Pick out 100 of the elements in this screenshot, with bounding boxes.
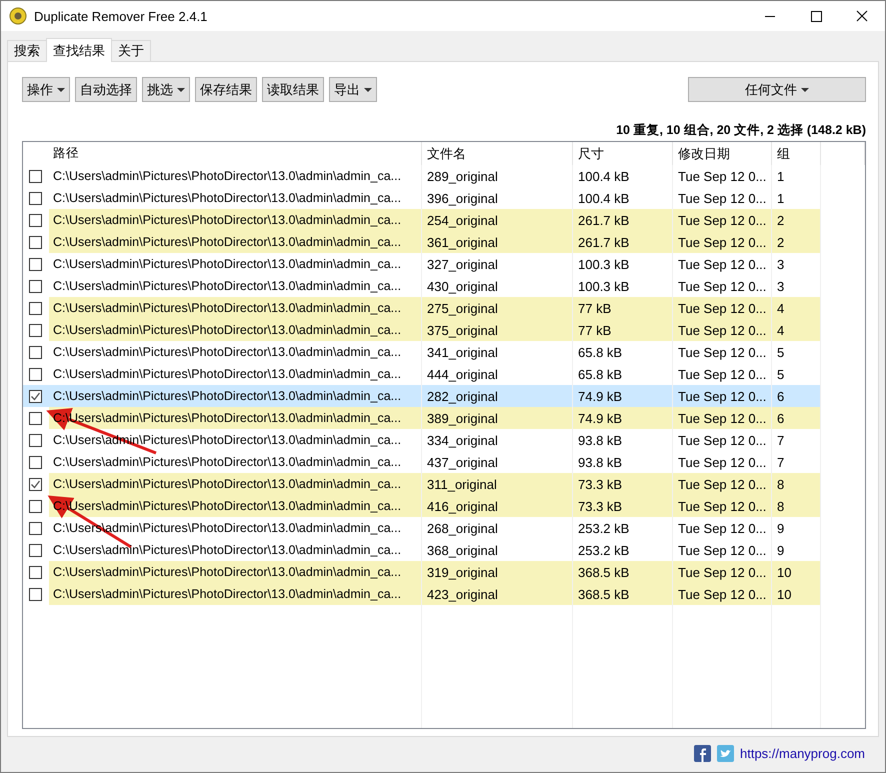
table-cell: Tue Sep 12 0... [673, 517, 772, 539]
table-cell: Tue Sep 12 0... [673, 495, 772, 517]
table-cell: 100.4 kB [573, 165, 673, 187]
table-cell: Tue Sep 12 0... [673, 473, 772, 495]
table-cell: 74.9 kB [573, 385, 673, 407]
checkbox[interactable] [29, 368, 42, 380]
table-cell: 6 [772, 407, 821, 429]
table-cell: 368.5 kB [573, 583, 673, 605]
table-cell: 77 kB [573, 297, 673, 319]
table-cell: 4 [772, 297, 821, 319]
tab[interactable]: 搜索 [7, 40, 47, 61]
toolbar-button[interactable]: 自动选择 [75, 77, 137, 102]
table-cell: Tue Sep 12 0... [673, 253, 772, 275]
toolbar-button[interactable]: 挑选 [142, 77, 190, 102]
column-header[interactable]: 路径 [49, 142, 422, 165]
table-cell: 361_original [422, 231, 573, 253]
table-cell: Tue Sep 12 0... [673, 319, 772, 341]
checkbox[interactable] [29, 412, 42, 424]
table-cell: Tue Sep 12 0... [673, 297, 772, 319]
table-cell: 253.2 kB [573, 517, 673, 539]
table-cell: 3 [772, 253, 821, 275]
table-cell: 319_original [422, 561, 573, 583]
table-cell: 73.3 kB [573, 495, 673, 517]
table-cell: Tue Sep 12 0... [673, 429, 772, 451]
table-cell: 6 [772, 385, 821, 407]
checkbox[interactable] [29, 390, 42, 402]
table-cell: 368.5 kB [573, 561, 673, 583]
checkbox[interactable] [29, 478, 42, 490]
table-cell: 8 [772, 473, 821, 495]
column-header[interactable]: 尺寸 [573, 142, 673, 165]
table-cell: 2 [772, 209, 821, 231]
summary-text: 10 重复, 10 组合, 20 文件, 2 选择 (148.2 kB) [616, 122, 866, 138]
table-cell: 327_original [422, 253, 573, 275]
checkbox[interactable] [29, 192, 42, 204]
table-cell: 261.7 kB [573, 231, 673, 253]
column-header[interactable]: 文件名 [422, 142, 573, 165]
table-cell: Tue Sep 12 0... [673, 583, 772, 605]
checkbox[interactable] [29, 324, 42, 336]
table-cell: 93.8 kB [573, 429, 673, 451]
table-cell: 275_original [422, 297, 573, 319]
toolbar-button[interactable]: 导出 [329, 77, 377, 102]
toolbar-button[interactable]: 操作 [22, 77, 70, 102]
table-cell: 74.9 kB [573, 407, 673, 429]
table-cell: C:\Users\admin\Pictures\PhotoDirector\13.0\admin\admin_ca... [49, 583, 422, 605]
table-cell: C:\Users\admin\Pictures\PhotoDirector\13.0\admin\admin_ca... [49, 297, 422, 319]
table-cell: 5 [772, 341, 821, 363]
checkbox[interactable] [29, 434, 42, 446]
table-cell: 341_original [422, 341, 573, 363]
table-cell: 10 [772, 561, 821, 583]
checkbox[interactable] [29, 214, 42, 226]
checkbox[interactable] [29, 588, 42, 600]
checkbox[interactable] [29, 522, 42, 534]
table-cell: C:\Users\admin\Pictures\PhotoDirector\13.0\admin\admin_ca... [49, 165, 422, 187]
table-cell: 416_original [422, 495, 573, 517]
table-cell: 311_original [422, 473, 573, 495]
checkbox[interactable] [29, 346, 42, 358]
checkbox[interactable] [29, 302, 42, 314]
table-cell: 1 [772, 165, 821, 187]
table-cell: Tue Sep 12 0... [673, 407, 772, 429]
checkbox[interactable] [29, 170, 42, 182]
table-cell: C:\Users\admin\Pictures\PhotoDirector\13.0\admin\admin_ca... [49, 385, 422, 407]
table-cell: 7 [772, 429, 821, 451]
table-cell: Tue Sep 12 0... [673, 561, 772, 583]
table-cell: C:\Users\admin\Pictures\PhotoDirector\13.0\admin\admin_ca... [49, 209, 422, 231]
toolbar-button[interactable]: 读取结果 [262, 77, 324, 102]
table-cell: 289_original [422, 165, 573, 187]
table-cell: 73.3 kB [573, 473, 673, 495]
table-cell: C:\Users\admin\Pictures\PhotoDirector\13.0\admin\admin_ca... [49, 473, 422, 495]
checkbox[interactable] [29, 280, 42, 292]
column-header[interactable]: 组 [772, 142, 821, 165]
table-cell: 261.7 kB [573, 209, 673, 231]
tab[interactable]: 关于 [111, 40, 151, 61]
checkbox[interactable] [29, 236, 42, 248]
table-cell: Tue Sep 12 0... [673, 209, 772, 231]
column-header[interactable]: 修改日期 [673, 142, 772, 165]
table-cell: C:\Users\admin\Pictures\PhotoDirector\13.0\admin\admin_ca... [49, 253, 422, 275]
tab[interactable]: 查找结果 [46, 38, 112, 62]
table-cell: 389_original [422, 407, 573, 429]
table-cell: 8 [772, 495, 821, 517]
table-cell: C:\Users\admin\Pictures\PhotoDirector\13.0\admin\admin_ca... [49, 231, 422, 253]
website-link[interactable]: https://manyprog.com [740, 746, 865, 760]
window-title: Duplicate Remover Free 2.4.1 [34, 8, 208, 24]
table-cell: Tue Sep 12 0... [673, 341, 772, 363]
table-cell: 254_original [422, 209, 573, 231]
table-cell: Tue Sep 12 0... [673, 385, 772, 407]
checkbox[interactable] [29, 456, 42, 468]
table-cell: Tue Sep 12 0... [673, 231, 772, 253]
toolbar-button[interactable]: 保存结果 [195, 77, 257, 102]
table-cell: 334_original [422, 429, 573, 451]
checkbox[interactable] [29, 544, 42, 556]
table-cell: 4 [772, 319, 821, 341]
checkbox[interactable] [29, 258, 42, 270]
table-cell: 268_original [422, 517, 573, 539]
app-logo-icon [9, 7, 27, 25]
file-type-dropdown[interactable]: 任何文件 [688, 77, 866, 102]
table-cell: C:\Users\admin\Pictures\PhotoDirector\13.0\admin\admin_ca... [49, 319, 422, 341]
table-cell: 9 [772, 517, 821, 539]
facebook-icon[interactable] [694, 744, 711, 762]
checkbox[interactable] [29, 566, 42, 578]
checkbox[interactable] [29, 500, 42, 512]
